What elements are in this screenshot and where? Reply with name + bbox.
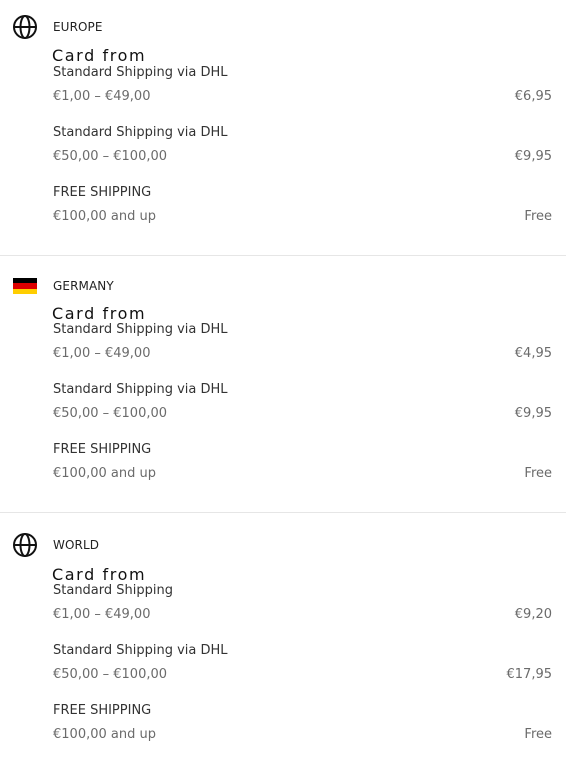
region-title: GERMANY [53, 279, 114, 293]
rate-range: €50,00 – €100,00 [53, 667, 168, 682]
flag-stripe-gold [13, 288, 37, 294]
rate-range: €100,00 and up [53, 466, 156, 481]
rate-price: €9,95 [514, 149, 552, 164]
rate-method: Standard Shipping via DHL [53, 322, 228, 337]
rate-method: Standard Shipping [53, 583, 173, 598]
globe-icon [12, 532, 38, 558]
rate-price: €9,95 [514, 406, 552, 421]
rate-range: €50,00 – €100,00 [53, 406, 168, 421]
rate-method: Standard Shipping via DHL [53, 643, 228, 658]
rate-price: €4,95 [514, 346, 552, 361]
rate-range: €100,00 and up [53, 727, 156, 742]
shipping-zone-europe: EUROPE Card from Standard Shipping via D… [0, 0, 566, 256]
globe-icon [12, 14, 38, 40]
rate-method: Standard Shipping via DHL [53, 125, 228, 140]
card-from-label: Card from [52, 304, 147, 323]
shipping-zone-germany: GERMANY Card from Standard Shipping via … [0, 256, 566, 513]
rate-method: FREE SHIPPING [53, 185, 152, 200]
card-from-label: Card from [52, 46, 147, 65]
rate-price: €17,95 [506, 667, 553, 682]
shipping-zone-world: WORLD Card from Standard Shipping €1,00 … [0, 513, 566, 765]
rate-range: €50,00 – €100,00 [53, 149, 168, 164]
rate-range: €100,00 and up [53, 209, 156, 224]
rate-price: €6,95 [514, 89, 552, 104]
rate-range: €1,00 – €49,00 [53, 346, 151, 361]
rate-method: Standard Shipping via DHL [53, 382, 228, 397]
rate-price: Free [524, 466, 552, 481]
germany-flag-icon [13, 278, 37, 294]
card-from-label: Card from [52, 565, 147, 584]
rate-price: Free [524, 727, 552, 742]
rate-method: FREE SHIPPING [53, 703, 152, 718]
region-title: EUROPE [53, 20, 103, 34]
rate-price: Free [524, 209, 552, 224]
rate-price: €9,20 [514, 607, 552, 622]
region-title: WORLD [53, 538, 100, 552]
rate-range: €1,00 – €49,00 [53, 89, 151, 104]
rate-method: FREE SHIPPING [53, 442, 152, 457]
rate-range: €1,00 – €49,00 [53, 607, 151, 622]
rate-method: Standard Shipping via DHL [53, 65, 228, 80]
